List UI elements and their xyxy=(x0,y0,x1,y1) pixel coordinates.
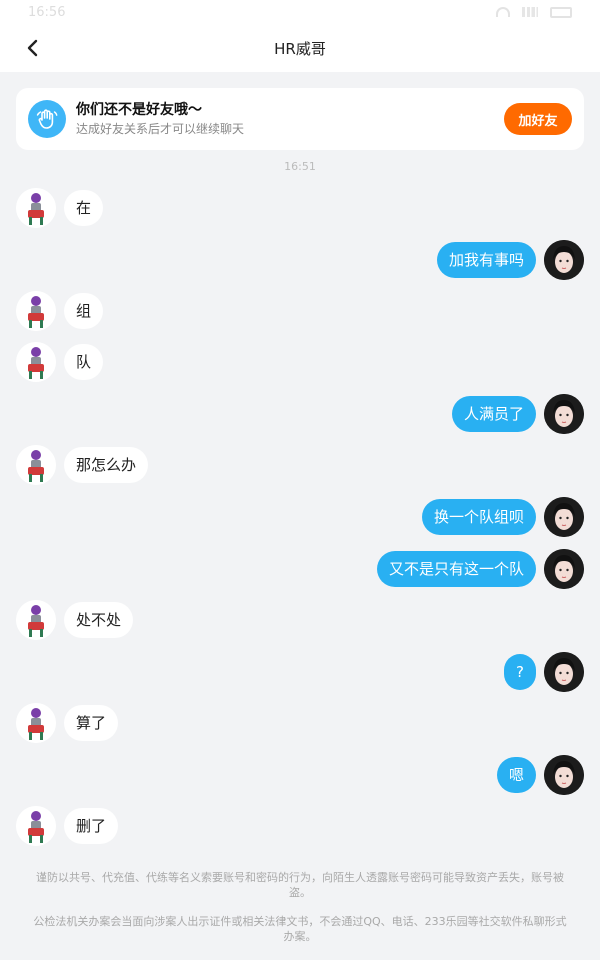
girl-avatar-icon xyxy=(544,755,584,795)
status-time: 16:56 xyxy=(28,4,66,20)
message-row: 删了 xyxy=(16,806,119,846)
message-bubble[interactable]: 加我有事吗 xyxy=(436,242,536,278)
message-bubble[interactable]: ? xyxy=(504,654,536,690)
message-bubble[interactable]: 人满员了 xyxy=(451,396,536,432)
signal-icon xyxy=(522,7,538,17)
character-avatar-icon xyxy=(16,445,56,485)
message-bubble[interactable]: 删了 xyxy=(64,808,119,844)
message-row: 又不是只有这一个队 xyxy=(376,549,584,589)
chevron-left-icon xyxy=(27,39,38,57)
security-notice-account: 谨防以共号、代充值、代练等名义索要账号和密码的行为，向陌生人透露账号密码可能导致… xyxy=(36,871,564,899)
back-button[interactable] xyxy=(16,32,48,64)
message-bubble[interactable]: 嗯 xyxy=(496,757,536,793)
status-icons xyxy=(496,6,572,18)
character-avatar-icon xyxy=(16,188,56,228)
message-row: 换一个队组呗 xyxy=(421,497,584,537)
message-row: 算了 xyxy=(16,703,119,743)
page-title: HR威哥 xyxy=(274,39,326,58)
avatar[interactable] xyxy=(544,652,584,692)
message-row: 加我有事吗 xyxy=(436,240,584,280)
character-avatar-icon xyxy=(16,600,56,640)
character-avatar-icon xyxy=(16,342,56,382)
message-bubble[interactable]: 处不处 xyxy=(64,602,134,638)
message-bubble[interactable]: 算了 xyxy=(64,705,119,741)
girl-avatar-icon xyxy=(544,549,584,589)
message-bubble[interactable]: 在 xyxy=(64,190,104,226)
message-timestamp: 16:51 xyxy=(284,160,316,173)
girl-avatar-icon xyxy=(544,497,584,537)
message-bubble[interactable]: 组 xyxy=(64,293,104,329)
message-row: 队 xyxy=(16,342,104,382)
avatar[interactable] xyxy=(16,342,56,382)
status-bar: 16:56 xyxy=(0,0,600,24)
friend-banner-text: 你们还不是好友哦～ 达成好友关系后才可以继续聊天 xyxy=(76,101,504,137)
friend-banner: 你们还不是好友哦～ 达成好友关系后才可以继续聊天 加好友 xyxy=(16,88,584,150)
character-avatar-icon xyxy=(16,703,56,743)
girl-avatar-icon xyxy=(544,394,584,434)
battery-icon xyxy=(550,6,572,18)
message-row: ? xyxy=(504,652,584,692)
avatar[interactable] xyxy=(544,240,584,280)
character-avatar-icon xyxy=(16,806,56,846)
girl-avatar-icon xyxy=(544,240,584,280)
avatar[interactable] xyxy=(16,806,56,846)
message-row: 组 xyxy=(16,291,104,331)
friend-banner-subtitle: 达成好友关系后才可以继续聊天 xyxy=(76,122,245,136)
avatar[interactable] xyxy=(16,188,56,228)
chat-header: HR威哥 xyxy=(0,24,600,72)
avatar[interactable] xyxy=(544,394,584,434)
wave-hand-icon xyxy=(28,100,66,138)
avatar[interactable] xyxy=(16,600,56,640)
girl-avatar-icon xyxy=(544,652,584,692)
avatar[interactable] xyxy=(544,549,584,589)
message-bubble[interactable]: 又不是只有这一个队 xyxy=(376,551,536,587)
message-row: 处不处 xyxy=(16,600,134,640)
add-friend-button[interactable]: 加好友 xyxy=(504,103,572,135)
avatar[interactable] xyxy=(16,291,56,331)
wifi-icon xyxy=(496,7,510,17)
avatar[interactable] xyxy=(544,497,584,537)
message-bubble[interactable]: 队 xyxy=(64,344,104,380)
message-row: 人满员了 xyxy=(451,394,584,434)
avatar[interactable] xyxy=(16,703,56,743)
avatar[interactable] xyxy=(16,445,56,485)
message-row: 嗯 xyxy=(496,755,584,795)
avatar[interactable] xyxy=(544,755,584,795)
message-row: 在 xyxy=(16,188,104,228)
security-notice-police: 公检法机关办案会当面向涉案人出示证件或相关法律文书，不会通过QQ、电话、233乐… xyxy=(33,915,567,943)
character-avatar-icon xyxy=(16,291,56,331)
message-bubble[interactable]: 换一个队组呗 xyxy=(421,499,536,535)
message-bubble[interactable]: 那怎么办 xyxy=(64,447,149,483)
message-row: 那怎么办 xyxy=(16,445,149,485)
friend-banner-title: 你们还不是好友哦～ xyxy=(76,102,202,118)
